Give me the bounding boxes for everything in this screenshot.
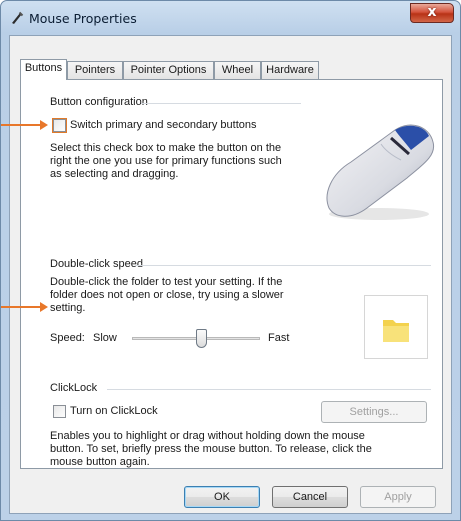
- tab-wheel[interactable]: Wheel: [214, 61, 261, 79]
- description-line: setting.: [50, 302, 86, 314]
- speed-label: Speed:: [50, 332, 85, 344]
- ok-button[interactable]: OK: [184, 486, 260, 508]
- description-line: button. To set, briefly press the mouse …: [50, 443, 372, 455]
- dialog-client-area: Buttons Pointers Pointer Options Wheel H…: [9, 35, 452, 514]
- annotation-arrow-checkbox: [1, 120, 48, 130]
- description-line: right the one you use for primary functi…: [50, 155, 282, 167]
- description-line: Double-click the folder to test your set…: [50, 276, 283, 288]
- clicklock-heading: ClickLock: [50, 382, 98, 394]
- cancel-button[interactable]: Cancel: [272, 486, 348, 508]
- clicklock-label[interactable]: Turn on ClickLock: [70, 405, 158, 417]
- switch-buttons-checkbox[interactable]: [52, 118, 67, 133]
- title-bar[interactable]: Mouse Properties x: [1, 1, 460, 35]
- description-line: as selecting and dragging.: [50, 168, 179, 180]
- button-configuration-heading: Button configuration: [50, 96, 148, 108]
- close-button[interactable]: x: [410, 3, 454, 23]
- group-divider: [107, 389, 431, 390]
- double-click-heading: Double-click speed: [50, 258, 143, 270]
- description-line: Enables you to highlight or drag without…: [50, 430, 365, 442]
- description-line: mouse button again.: [50, 456, 150, 468]
- test-folder-area[interactable]: [364, 295, 428, 359]
- group-divider: [135, 265, 431, 266]
- fast-label: Fast: [268, 332, 290, 344]
- mouse-pointer-icon: [12, 11, 24, 24]
- clicklock-checkbox[interactable]: [53, 405, 66, 418]
- switch-buttons-label[interactable]: Switch primary and secondary buttons: [70, 119, 256, 131]
- clicklock-description: Enables you to highlight or drag without…: [50, 430, 372, 469]
- mouse-properties-window: Mouse Properties x Buttons Pointers Poin…: [0, 0, 461, 521]
- mouse-image-icon: [326, 124, 435, 220]
- speed-slider-thumb[interactable]: [196, 329, 208, 348]
- apply-button[interactable]: Apply: [360, 486, 436, 508]
- folder-icon[interactable]: [365, 296, 427, 358]
- clicklock-settings-button[interactable]: Settings...: [321, 401, 427, 423]
- annotation-arrow-speed: [1, 302, 48, 312]
- window-title: Mouse Properties: [29, 11, 137, 26]
- tab-buttons[interactable]: Buttons: [20, 59, 67, 80]
- tab-pointers[interactable]: Pointers: [67, 61, 123, 79]
- buttons-tab-panel: Button configuration Switch primary and …: [20, 79, 443, 469]
- button-config-description: Select this check box to make the button…: [50, 142, 282, 181]
- slow-label: Slow: [93, 332, 117, 344]
- double-click-description: Double-click the folder to test your set…: [50, 276, 284, 315]
- group-divider: [141, 103, 301, 104]
- tab-hardware[interactable]: Hardware: [261, 61, 319, 79]
- close-icon: x: [427, 4, 437, 20]
- tab-pointer-options[interactable]: Pointer Options: [123, 61, 214, 79]
- description-line: Select this check box to make the button…: [50, 142, 282, 154]
- description-line: folder does not open or close, try using…: [50, 289, 284, 301]
